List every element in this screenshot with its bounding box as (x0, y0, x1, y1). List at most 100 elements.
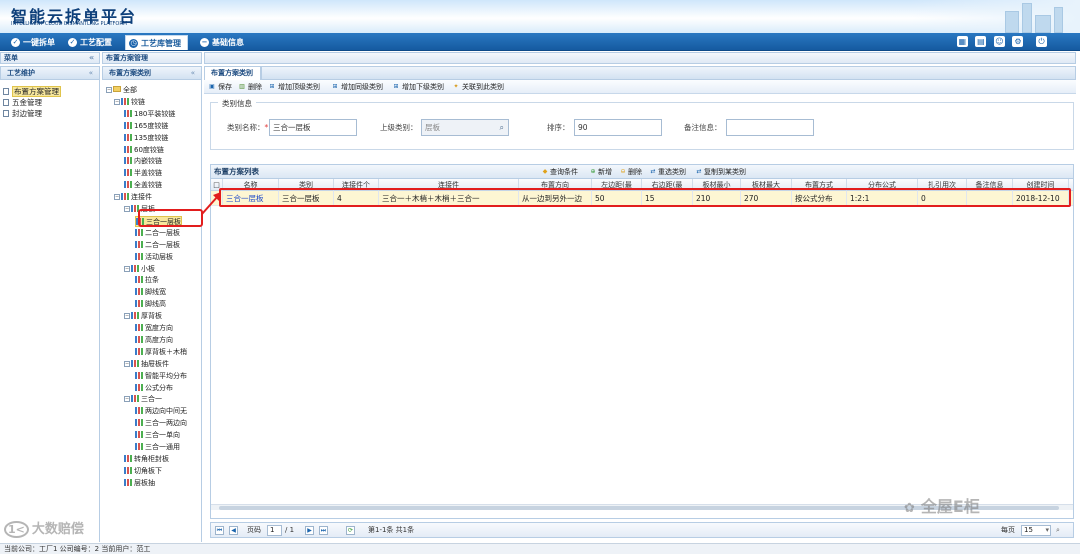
tree-node[interactable]: − 三合一 (124, 394, 162, 405)
search-icon[interactable]: ⌕ (500, 120, 504, 135)
tree-leaf[interactable]: 切角板下 (124, 466, 162, 477)
collapse-icon[interactable]: « (89, 67, 93, 80)
tree-node[interactable]: − 连接件 (114, 192, 152, 203)
reselect-category-button[interactable]: ⇄ 重选类别 (649, 167, 686, 177)
search-icon[interactable]: ⌕ (1056, 525, 1060, 536)
page-number-input[interactable]: 1 (267, 525, 282, 536)
refresh-icon[interactable]: ⟳ (346, 526, 355, 535)
tree-leaf[interactable]: 内嵌铰链 (124, 156, 162, 167)
tree-leaf[interactable]: 三合一单向 (135, 430, 180, 441)
gear-icon[interactable]: ⚙ (1012, 36, 1024, 47)
tree-node-label: 连接件 (131, 193, 152, 202)
tree-leaf[interactable]: 135度铰链 (124, 133, 168, 144)
query-conditions-button[interactable]: ◆ 查询条件 (541, 167, 578, 177)
menu-item-edge-banding[interactable]: 封边管理 (0, 108, 99, 119)
tree-leaf[interactable]: 转角柜封板 (124, 454, 169, 465)
tree-node[interactable]: − 厚背板 (124, 311, 162, 322)
tree-leaf[interactable]: 二合一层板 (135, 228, 180, 239)
tree-node-label: 内嵌铰链 (134, 157, 162, 166)
tree-leaf[interactable]: 拉条 (135, 275, 159, 286)
expand-toggle-icon[interactable]: − (124, 360, 130, 367)
note-textarea[interactable] (726, 119, 814, 136)
add-sibling-category-button[interactable]: ⊞ 增加同级类别 (331, 82, 383, 92)
left-menu: 布置方案管理 五金管理 封边管理 (0, 80, 100, 542)
tree-leaf[interactable]: 活动层板 (135, 252, 173, 263)
collapse-menu-icon[interactable]: « (89, 53, 94, 63)
delete-button[interactable]: ▥ 删除 (238, 82, 262, 92)
tree-node[interactable]: − 小板 (124, 264, 155, 275)
tree-node-label: 高度方向 (145, 335, 173, 344)
tree-leaf[interactable]: 三合一两边向 (135, 418, 187, 429)
tree-leaf[interactable]: 二合一层板 (135, 240, 180, 251)
user-icon[interactable]: ☺ (993, 36, 1005, 47)
copy-to-category-button[interactable]: ⇄ 复制到某类别 (695, 167, 746, 177)
tree-node[interactable]: − 铰链 (114, 97, 145, 108)
expand-toggle-icon[interactable]: − (124, 206, 130, 212)
exit-icon[interactable]: ⏻ (1036, 36, 1047, 47)
tree-leaf[interactable]: 60度铰链 (124, 145, 164, 156)
tree-leaf[interactable]: 半盖铰链 (124, 168, 162, 179)
expand-toggle-icon[interactable]: − (114, 98, 120, 105)
collapse-icon[interactable]: « (191, 67, 195, 80)
first-page-icon[interactable]: ⏮ (215, 526, 224, 535)
tree-node-label: 三合一两边向 (145, 419, 187, 428)
expand-toggle-icon[interactable]: − (124, 396, 130, 403)
tab-process-library[interactable]: ◷ 工艺库管理 (125, 35, 188, 50)
tree-leaf[interactable]: 三合一层板 (135, 215, 182, 227)
add-top-category-button[interactable]: ⊞ 增加顶级类别 (268, 82, 320, 92)
category-name-input[interactable]: 三合一层板 (269, 119, 357, 136)
bar-chart-icon (131, 359, 139, 367)
tree-node[interactable]: − 层板 (124, 204, 155, 215)
add-button[interactable]: ⊕ 新增 (589, 167, 612, 177)
tree-leaf[interactable]: 层板抽 (124, 478, 155, 489)
tree-node[interactable]: − 抽屉板件 (124, 359, 169, 370)
tree-node-label: 二合一层板 (145, 240, 180, 249)
parent-category-input[interactable]: 层板 ⌕ (421, 119, 509, 136)
per-page-select[interactable]: 15 ▾ (1021, 525, 1051, 536)
tree-node-label: 脚线高 (145, 300, 166, 309)
tab-basic-info[interactable]: − 基础信息 (197, 35, 250, 50)
tab-one-click-split[interactable]: ✓ 一键拆单 (8, 35, 61, 50)
grid-delete-button[interactable]: ⊖ 删除 (619, 167, 642, 177)
reselect-icon: ⇄ (650, 168, 656, 175)
tree-leaf[interactable]: 180平装铰链 (124, 109, 175, 120)
menu-item-hardware[interactable]: 五金管理 (0, 97, 99, 108)
add-sibling-icon: ⊞ (332, 83, 338, 90)
tree-leaf[interactable]: 三合一通用 (135, 442, 180, 453)
tab-label: 基础信息 (212, 38, 244, 47)
tree-leaf[interactable]: 全盖铰链 (124, 180, 162, 191)
tree-node-label: 公式分布 (145, 383, 173, 392)
link-category-button[interactable]: ✦ 关联到此类别 (452, 82, 504, 92)
next-page-icon[interactable]: ▶ (305, 526, 314, 535)
tab-process-config[interactable]: ✓ 工艺配置 (65, 35, 118, 50)
clipboard-icon[interactable]: ▤ (975, 36, 987, 47)
expand-toggle-icon[interactable]: − (106, 87, 112, 93)
menu-item-layout-scheme[interactable]: 布置方案管理 (0, 86, 99, 97)
tree-leaf[interactable]: 宽度方向 (135, 323, 173, 334)
expand-toggle-icon[interactable]: − (124, 265, 130, 272)
save-button[interactable]: ▣ 保存 (208, 82, 232, 92)
expand-toggle-icon[interactable]: − (124, 313, 130, 320)
bar-chart-icon (124, 181, 132, 189)
add-child-category-button[interactable]: ⊞ 增加下级类别 (392, 82, 444, 92)
tree-leaf[interactable]: 脚线高 (135, 299, 166, 310)
tree-node[interactable]: − 全部 (106, 85, 137, 96)
bar-chart-icon (131, 312, 139, 320)
main-tab[interactable]: 布置方案类别 (204, 66, 261, 80)
tree-leaf[interactable]: 两边向中间无 (135, 406, 187, 417)
tree-node-label: 厚背板 (141, 312, 162, 321)
tree-header-label: 布置方案管理 (106, 54, 148, 62)
prev-page-icon[interactable]: ◀ (229, 526, 238, 535)
expand-toggle-icon[interactable]: − (114, 194, 120, 201)
last-page-icon[interactable]: ⏭ (319, 526, 328, 535)
tree-leaf[interactable]: 脚线宽 (135, 287, 166, 298)
tree-leaf[interactable]: 高度方向 (135, 335, 173, 346)
calendar-icon[interactable]: ▦ (956, 36, 968, 47)
bar-chart-icon (124, 145, 132, 153)
tree-leaf[interactable]: 165度铰链 (124, 121, 168, 132)
tree-leaf[interactable]: 智能平均分布 (135, 371, 187, 382)
menu-subheader: 工艺维护 « (0, 66, 100, 80)
sort-order-input[interactable]: 90 (574, 119, 662, 136)
tree-leaf[interactable]: 厚背板＋木梢 (135, 347, 187, 358)
tree-leaf[interactable]: 公式分布 (135, 383, 173, 394)
